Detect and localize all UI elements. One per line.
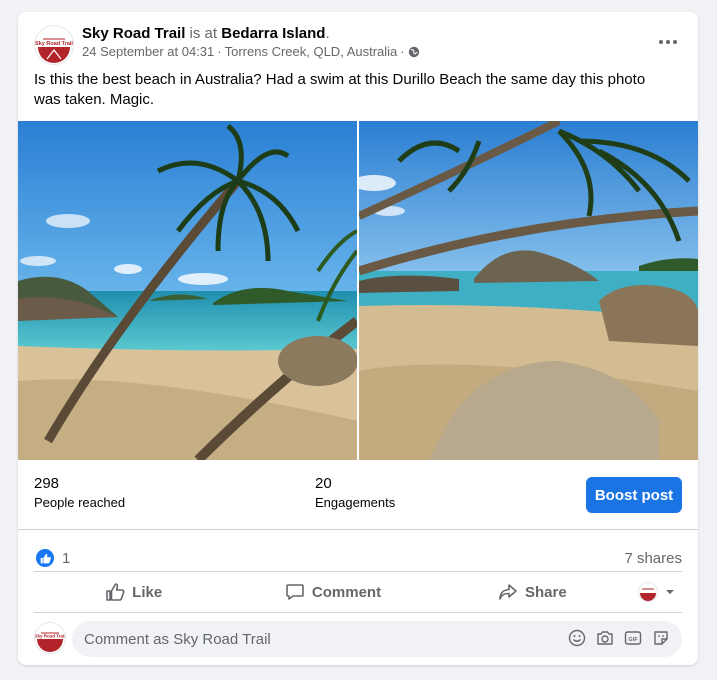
people-reached-label: People reached: [34, 495, 126, 510]
like-count[interactable]: 1: [62, 550, 70, 567]
post-header: Sky Road Trail Sky Road Trail is at Beda…: [18, 12, 698, 72]
engagements-value: 20: [315, 475, 332, 492]
commenter-avatar[interactable]: Sky Road Trail: [34, 622, 66, 654]
people-reached-value: 298: [34, 475, 60, 492]
post-text: Is this the best beach in Australia? Had…: [34, 71, 646, 108]
sky-road-trail-logo: Sky Road Trail: [35, 623, 65, 653]
chevron-down-icon: [666, 590, 675, 594]
comment-icon: [286, 584, 304, 600]
camera-icon[interactable]: [596, 629, 614, 647]
insights-bar: 298 People reached 20 Engagements Boost …: [18, 460, 698, 529]
location-link[interactable]: Bedarra Island: [221, 25, 325, 42]
comment-input[interactable]: [84, 621, 544, 657]
gif-icon[interactable]: GIF: [624, 629, 642, 647]
boost-post-button[interactable]: Boost post: [586, 477, 682, 513]
separator-dot-2: ·: [400, 44, 405, 59]
sky-road-trail-logo: Sky Road Trail: [35, 26, 73, 64]
divider: [34, 612, 682, 613]
photo-grid: [18, 121, 698, 460]
more-icon: [659, 40, 663, 44]
author-avatar[interactable]: Sky Road Trail: [34, 25, 74, 65]
share-icon: [499, 584, 517, 600]
is-at-text: is at: [189, 25, 218, 42]
period-text: .: [325, 25, 330, 42]
people-reached-stat[interactable]: 298 People reached: [34, 474, 125, 512]
like-label: Like: [132, 583, 163, 601]
emoji-icon[interactable]: [568, 629, 586, 647]
like-button[interactable]: Like: [34, 572, 233, 612]
share-button[interactable]: Share: [433, 572, 632, 612]
share-label: Share: [524, 583, 567, 601]
beach-photo-left[interactable]: [18, 121, 357, 460]
more-options-button[interactable]: [654, 30, 682, 54]
comment-label: Comment: [311, 583, 382, 601]
place-link[interactable]: Torrens Creek, QLD, Australia: [225, 44, 398, 60]
svg-text:GIF: GIF: [628, 637, 638, 643]
like-reaction-icon[interactable]: [36, 549, 54, 567]
engagements-label: Engagements: [315, 495, 396, 510]
comment-tools: GIF: [568, 629, 670, 647]
engagements-stat[interactable]: 20 Engagements: [315, 474, 395, 512]
post-meta: 24 September at 04:31 · Torrens Creek, Q…: [82, 44, 420, 60]
svg-text:Sky Road Trail: Sky Road Trail: [35, 41, 73, 47]
post-as-selector[interactable]: [632, 572, 682, 612]
timestamp-link[interactable]: 24 September at 04:31: [82, 44, 214, 60]
beach-photo-right[interactable]: [359, 121, 698, 460]
sticker-icon[interactable]: [652, 629, 670, 647]
separator-dot: ·: [217, 44, 222, 59]
comment-box: GIF: [72, 621, 682, 657]
comment-button[interactable]: Comment: [233, 572, 432, 612]
action-bar: Like Comment Share: [34, 572, 682, 612]
shares-count[interactable]: 7 shares: [624, 550, 682, 567]
post-author-line: Sky Road Trail is at Bedarra Island.: [82, 24, 330, 44]
svg-text:Sky Road Trail: Sky Road Trail: [35, 634, 65, 639]
divider: [18, 529, 698, 530]
comment-composer: Sky Road Trail GIF: [34, 621, 682, 657]
post-card: Sky Road Trail Sky Road Trail is at Beda…: [18, 12, 698, 665]
globe-icon[interactable]: [408, 46, 420, 58]
author-name-link[interactable]: Sky Road Trail: [82, 25, 185, 42]
page-avatar-icon: [638, 582, 659, 602]
like-icon: [106, 583, 125, 601]
